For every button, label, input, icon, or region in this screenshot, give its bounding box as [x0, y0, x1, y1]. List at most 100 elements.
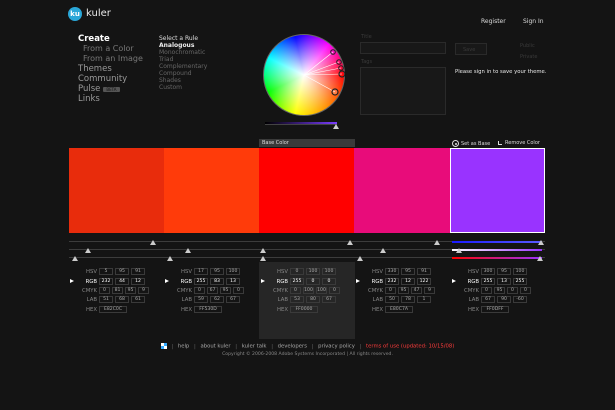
rule-option[interactable]: Complementary: [159, 63, 249, 70]
color-swatch-4[interactable]: [354, 148, 450, 233]
kuler-logo-icon[interactable]: ku: [68, 7, 82, 21]
rgb-value-field[interactable]: 12: [401, 278, 415, 285]
rgb-value-field[interactable]: 13: [497, 278, 511, 285]
rgb-value-field[interactable]: 12: [131, 278, 145, 285]
color-swatch-1[interactable]: [69, 148, 165, 233]
hsv-value-field[interactable]: 17: [194, 268, 208, 275]
slider-handle[interactable]: [347, 240, 353, 245]
mode-selector-icon[interactable]: [165, 279, 169, 283]
cmyk-value-field[interactable]: 0: [99, 287, 110, 294]
lab-value-field[interactable]: 53: [290, 296, 304, 303]
hex-field[interactable]: FF0DFF: [481, 306, 509, 313]
lab-value-field[interactable]: 61: [131, 296, 145, 303]
rgb-value-field[interactable]: 0: [306, 278, 320, 285]
lab-value-field[interactable]: 59: [194, 296, 208, 303]
nav-community[interactable]: Community: [78, 74, 127, 84]
lab-value-field[interactable]: 90: [497, 296, 511, 303]
cmyk-value-field[interactable]: 0: [290, 287, 301, 294]
private-option[interactable]: Private: [520, 54, 537, 60]
cmyk-value-field[interactable]: 47: [411, 287, 422, 294]
rgb-value-field[interactable]: 122: [417, 278, 431, 285]
rgb-value-field[interactable]: 255: [290, 278, 304, 285]
cmyk-value-field[interactable]: 0: [194, 287, 205, 294]
set-as-base-button[interactable]: Set as Base: [452, 140, 490, 147]
nav-themes[interactable]: Themes: [78, 64, 112, 74]
cmyk-value-field[interactable]: 0: [481, 287, 492, 294]
lab-value-field[interactable]: 1: [417, 296, 431, 303]
nav-from-color[interactable]: From a Color: [83, 44, 134, 53]
adobe-logo-icon[interactable]: [160, 343, 167, 349]
lab-value-field[interactable]: 78: [401, 296, 415, 303]
rgb-value-field[interactable]: 255: [481, 278, 495, 285]
footer-link-developers[interactable]: developers: [278, 344, 307, 350]
rule-option[interactable]: Shades: [159, 77, 249, 84]
cmyk-value-field[interactable]: 95: [220, 287, 231, 294]
brightness-slider-fill[interactable]: [452, 257, 542, 259]
mode-selector-icon[interactable]: [70, 279, 74, 283]
footer-link-about[interactable]: about kuler: [200, 344, 230, 350]
slider-handle[interactable]: [260, 248, 266, 253]
footer-link-terms[interactable]: terms of use (updated: 10/15/08): [366, 344, 454, 350]
wheel-markers[interactable]: [263, 34, 345, 116]
cmyk-value-field[interactable]: 100: [303, 287, 314, 294]
footer-link-kuler-talk[interactable]: kuler talk: [242, 344, 267, 350]
footer-link-help[interactable]: help: [178, 344, 189, 350]
cmyk-value-field[interactable]: 9: [424, 287, 435, 294]
hsv-value-field[interactable]: 91: [131, 268, 145, 275]
hsv-value-field[interactable]: 5: [99, 268, 113, 275]
rule-option[interactable]: Monochromatic: [159, 49, 249, 56]
cmyk-value-field[interactable]: 81: [112, 287, 123, 294]
nav-links[interactable]: Links: [78, 94, 100, 104]
cmyk-value-field[interactable]: 0: [233, 287, 244, 294]
lab-value-field[interactable]: 62: [210, 296, 224, 303]
footer-link-privacy[interactable]: privacy policy: [318, 344, 355, 350]
slider-handle[interactable]: [434, 240, 440, 245]
color-swatch-5[interactable]: [450, 148, 545, 233]
color-swatch-2[interactable]: [164, 148, 260, 233]
rgb-value-field[interactable]: 255: [513, 278, 527, 285]
remove-color-button[interactable]: Remove Color: [498, 140, 540, 146]
rgb-value-field[interactable]: 83: [210, 278, 224, 285]
brightness-slider[interactable]: [265, 122, 337, 125]
slider-handle[interactable]: [537, 256, 543, 261]
lab-value-field[interactable]: 51: [99, 296, 113, 303]
rgb-value-field[interactable]: 232: [99, 278, 113, 285]
cmyk-value-field[interactable]: 95: [494, 287, 505, 294]
cmyk-value-field[interactable]: 0: [329, 287, 340, 294]
lab-value-field[interactable]: 67: [226, 296, 240, 303]
color-swatch-3[interactable]: [259, 148, 355, 233]
hsv-value-field[interactable]: 95: [115, 268, 129, 275]
hsv-value-field[interactable]: 95: [210, 268, 224, 275]
cmyk-value-field[interactable]: 0: [385, 287, 396, 294]
cmyk-value-field[interactable]: 9: [138, 287, 149, 294]
rule-option[interactable]: Triad: [159, 56, 249, 63]
rgb-value-field[interactable]: 255: [194, 278, 208, 285]
sign-in-link[interactable]: Sign In: [523, 18, 544, 25]
save-button[interactable]: Save: [455, 43, 487, 55]
hex-field[interactable]: FF0000: [290, 306, 318, 313]
saturation-slider-fill[interactable]: [452, 249, 542, 251]
hsv-value-field[interactable]: 95: [497, 268, 511, 275]
slider-handle[interactable]: [72, 256, 78, 261]
hex-field[interactable]: FF530D: [194, 306, 222, 313]
public-option[interactable]: Public: [520, 43, 535, 49]
brightness-slider-handle[interactable]: [333, 124, 339, 129]
slider-handle[interactable]: [185, 248, 191, 253]
mode-selector-icon[interactable]: [261, 279, 265, 283]
tags-input[interactable]: [360, 67, 446, 115]
rule-option[interactable]: Compound: [159, 70, 249, 77]
nav-pulse[interactable]: Pulse: [78, 84, 100, 94]
logo-text[interactable]: kuler: [86, 8, 111, 19]
hsv-value-field[interactable]: 100: [306, 268, 320, 275]
mode-selector-icon[interactable]: [356, 279, 360, 283]
hsv-value-field[interactable]: 300: [481, 268, 495, 275]
title-input[interactable]: [360, 42, 446, 54]
lab-value-field[interactable]: -60: [513, 296, 527, 303]
slider-handle[interactable]: [167, 256, 173, 261]
slider-handle[interactable]: [380, 248, 386, 253]
hex-field[interactable]: E82C0C: [99, 306, 127, 313]
hsv-value-field[interactable]: 95: [401, 268, 415, 275]
slider-handle[interactable]: [150, 240, 156, 245]
cmyk-value-field[interactable]: 95: [398, 287, 409, 294]
rgb-value-field[interactable]: 44: [115, 278, 129, 285]
